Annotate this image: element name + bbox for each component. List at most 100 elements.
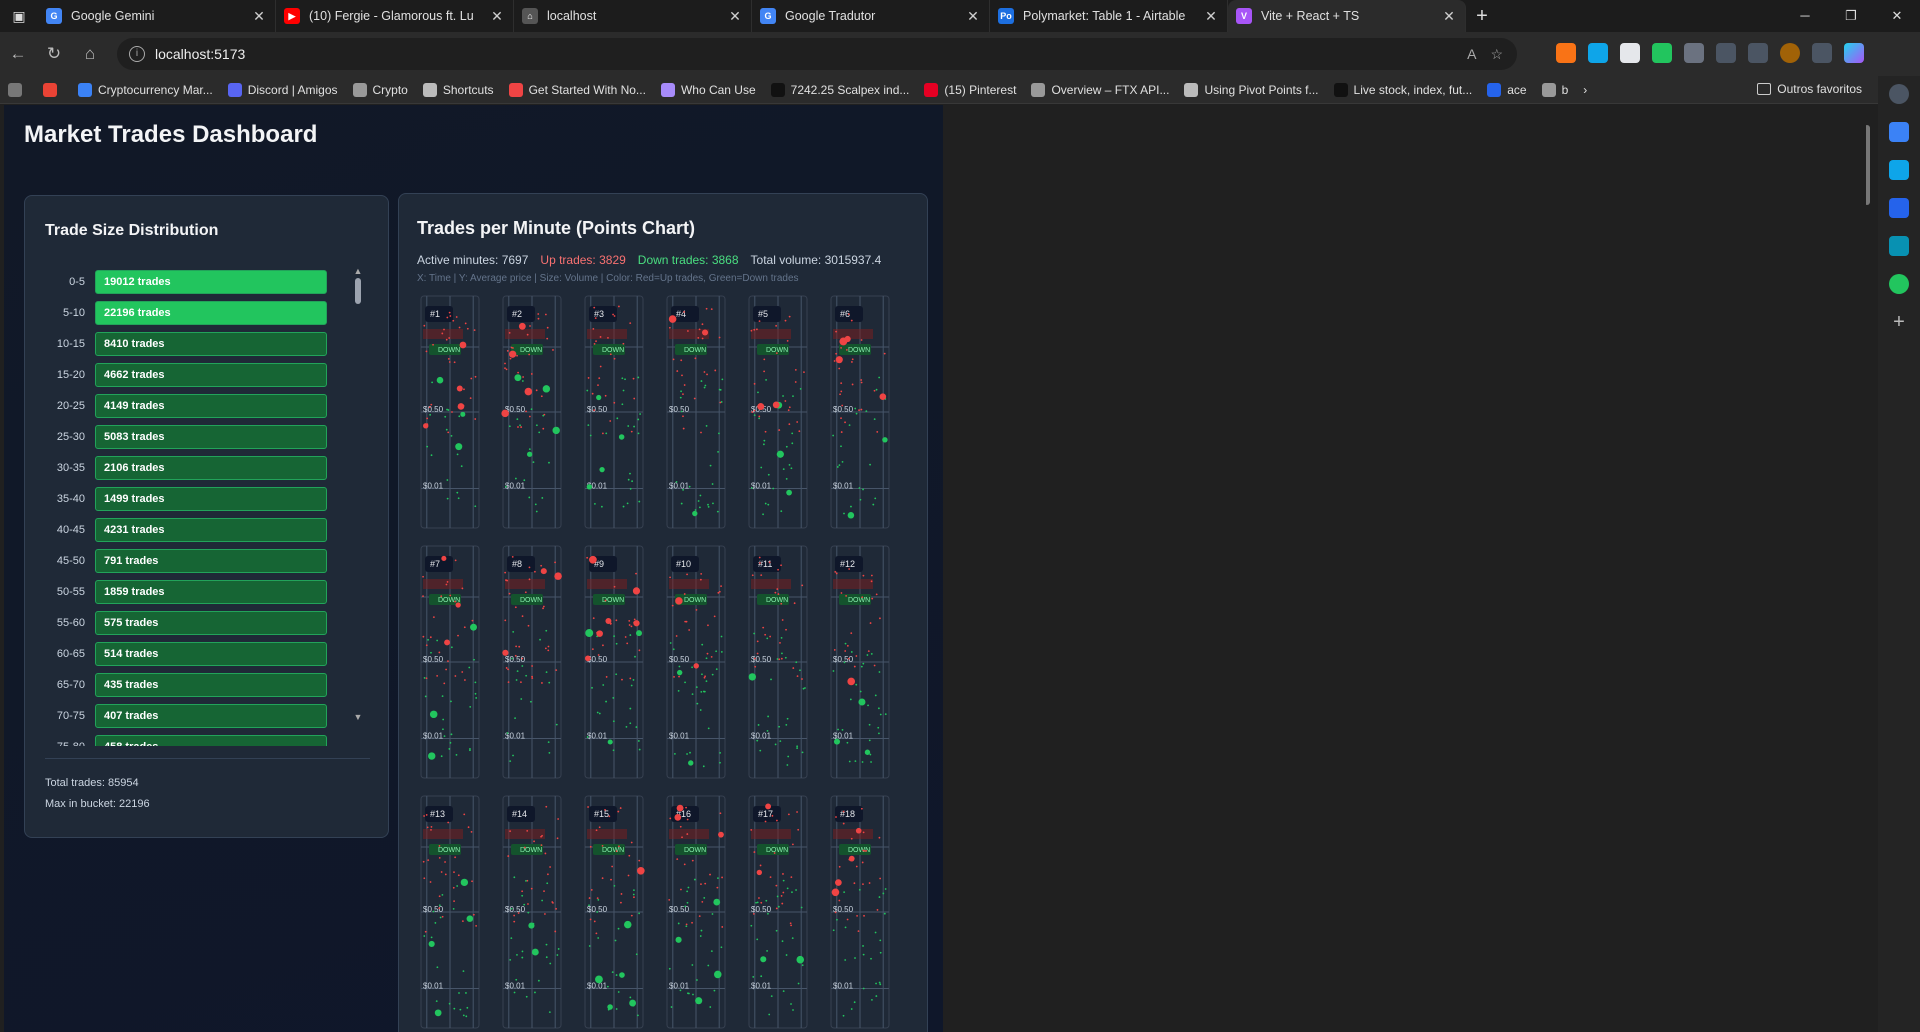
folder-icon [1757, 83, 1772, 95]
tab-close-icon[interactable]: ✕ [727, 8, 743, 25]
up-trade-point [466, 327, 469, 330]
tab-close-icon[interactable]: ✕ [251, 8, 267, 25]
up-trade-point [777, 593, 780, 595]
up-trade-point [426, 826, 429, 829]
browser-tab[interactable]: G Google Gemini ✕ [38, 0, 276, 32]
up-trade-point [861, 861, 864, 864]
tab-favicon-icon: G [760, 8, 776, 24]
down-trade-point [466, 1006, 469, 1009]
minimize-icon[interactable]: ─ [1782, 0, 1828, 32]
favorite-star-icon[interactable]: ☆ [1490, 46, 1503, 63]
down-trade-point [453, 1007, 456, 1010]
up-trade-point [540, 395, 543, 398]
bookmark-item[interactable]: 7242.25 Scalpex ind... [770, 82, 909, 97]
down-trade-point [862, 488, 864, 491]
home-icon[interactable]: ⌂ [72, 44, 108, 64]
up-trade-point [601, 877, 604, 880]
down-trade-point [436, 639, 439, 642]
up-trade-point [698, 328, 701, 331]
down-trade-point [538, 431, 541, 434]
calendar-icon[interactable] [1889, 236, 1909, 256]
scroll-up-icon[interactable]: ▲ [353, 266, 363, 276]
read-aloud-icon[interactable]: A [1467, 46, 1476, 63]
up-trade-point [759, 864, 762, 867]
up-trade-point [504, 619, 507, 622]
back-icon[interactable]: ← [0, 44, 36, 64]
down-trade-point [612, 749, 615, 752]
bookmark-item[interactable]: Shortcuts [422, 82, 494, 97]
tab-close-icon[interactable]: ✕ [489, 8, 505, 25]
bookmark-item[interactable]: Overview – FTX API... [1031, 82, 1169, 97]
tab-close-icon[interactable]: ✕ [965, 8, 981, 25]
metamask-icon[interactable] [1556, 43, 1576, 63]
bookmark-item[interactable]: Using Pivot Points f... [1184, 82, 1319, 97]
restore-icon[interactable]: ❐ [1828, 0, 1874, 32]
telegram-icon[interactable] [1889, 160, 1909, 180]
other-favorites[interactable]: Outros favoritos [1757, 82, 1862, 96]
search-icon[interactable] [1889, 84, 1909, 104]
extension-icon[interactable] [1588, 43, 1608, 63]
histogram-scrollbar[interactable]: ▲ ▼ [353, 266, 363, 736]
up-trade-point [714, 369, 717, 372]
browser-tab[interactable]: G Google Tradutor ✕ [752, 0, 990, 32]
browser-tab[interactable]: Po Polymarket: Table 1 - Airtable ✕ [990, 0, 1228, 32]
up-trade-point [511, 555, 514, 558]
up-trade-point [680, 888, 682, 891]
shopping-icon[interactable] [1889, 122, 1909, 142]
close-icon[interactable]: ✕ [1874, 0, 1920, 32]
translate-icon[interactable] [1889, 198, 1909, 218]
url-field[interactable]: i localhost:5173 A ☆ [117, 38, 1517, 70]
up-trade-point [461, 587, 464, 590]
copilot-icon[interactable] [1844, 43, 1864, 63]
reload-icon[interactable]: ↻ [36, 44, 72, 64]
new-tab-button[interactable]: + [1466, 5, 1498, 28]
tab-close-icon[interactable]: ✕ [1441, 8, 1457, 25]
down-trade-point [557, 948, 560, 950]
bookmark-item[interactable]: Discord | Amigos [227, 82, 338, 97]
browser-tab[interactable]: ⌂ localhost ✕ [514, 0, 752, 32]
bookmark-item[interactable]: Crypto [352, 82, 408, 97]
bookmark-item[interactable]: (15) Pinterest [924, 82, 1016, 97]
whatsapp-icon[interactable] [1889, 274, 1909, 294]
up-trade-point [438, 907, 441, 910]
histogram-rows[interactable]: 0-5 19012 trades 5-10 22196 trades 10-15 8410… [43, 266, 373, 746]
down-trade-point [841, 460, 844, 463]
more-menu-icon[interactable] [1812, 43, 1832, 63]
price-tick-label: $0.50 [669, 405, 690, 414]
up-trade-point [595, 340, 597, 343]
tab-actions-icon[interactable]: ▣ [0, 0, 38, 32]
bookmark-item[interactable] [43, 82, 63, 97]
up-trade-point [630, 625, 633, 628]
bookmark-item[interactable]: Live stock, index, fut... [1333, 82, 1472, 97]
up-trade-point [594, 317, 597, 319]
bookmark-item[interactable]: Who Can Use [660, 82, 756, 97]
bookmark-item[interactable]: ace [1487, 82, 1527, 97]
up-trade-point [863, 850, 866, 852]
site-info-icon[interactable]: i [129, 46, 145, 62]
tab-close-icon[interactable]: ✕ [1203, 8, 1219, 25]
down-trade-point [844, 642, 847, 645]
down-trade-point [675, 936, 682, 943]
extension-icon[interactable] [1620, 43, 1640, 63]
bookmark-item[interactable]: Cryptocurrency Mar... [78, 82, 213, 97]
scroll-down-icon[interactable]: ▼ [353, 712, 363, 722]
bookmark-item[interactable]: b [1541, 82, 1568, 97]
down-trade-point [840, 445, 842, 448]
up-trade-point [628, 854, 631, 857]
add-sidebar-app-icon[interactable]: + [1889, 312, 1909, 332]
browser-tab[interactable]: V Vite + React + TS ✕ [1228, 0, 1466, 32]
down-trade-point [695, 686, 698, 689]
profile-avatar[interactable] [1780, 43, 1800, 63]
bookmark-icon[interactable] [8, 82, 28, 97]
up-trade-point [544, 852, 547, 855]
extensions-puzzle-icon[interactable] [1684, 43, 1704, 63]
performance-icon[interactable] [1716, 43, 1736, 63]
extension-icon[interactable] [1652, 43, 1672, 63]
favorites-icon[interactable] [1748, 43, 1768, 63]
down-trade-point [855, 683, 858, 686]
browser-tab[interactable]: ▶ (10) Fergie - Glamorous ft. Lu ✕ [276, 0, 514, 32]
bookmarks-overflow-icon[interactable]: › [1583, 83, 1587, 97]
bookmark-item[interactable]: Get Started With No... [508, 82, 646, 97]
up-trade-point [835, 352, 838, 355]
up-trade-point [751, 411, 754, 413]
